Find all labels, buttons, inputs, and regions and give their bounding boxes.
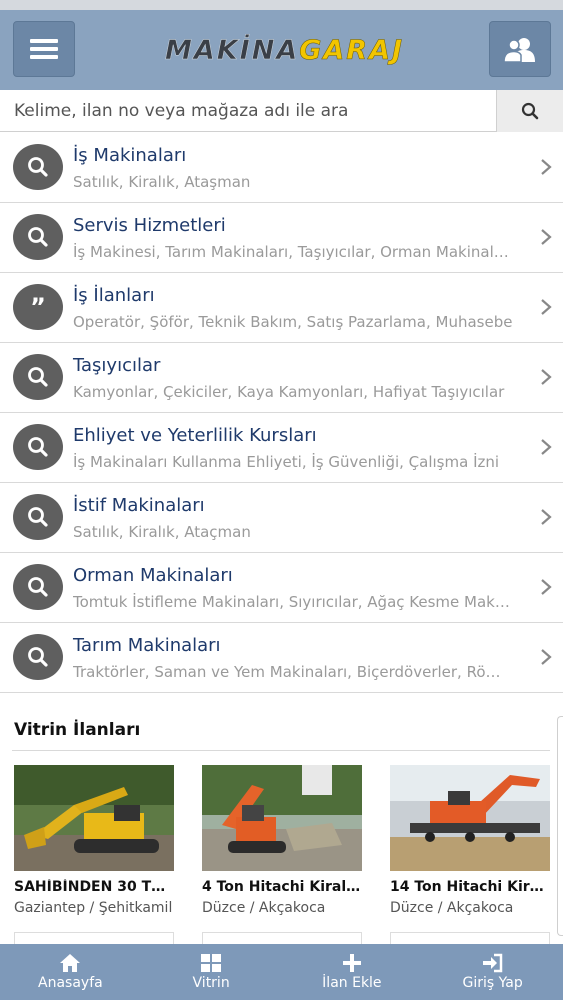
listing-photo-excavator[interactable] (390, 765, 550, 871)
app-header: MAKİNA GARAJ (0, 0, 563, 90)
category-subtitle: İş Makinesi, Tarım Makinaları, Taşıyıcıl… (73, 243, 513, 261)
logo-text-makina: MAKİNA (164, 34, 300, 66)
chevron-right-icon (541, 299, 552, 315)
listing-location: Düzce / Akçakoca (202, 900, 326, 916)
category-title: Ehliyet ve Yeterlilik Kursları (73, 425, 317, 446)
account-button[interactable] (489, 21, 551, 77)
category-subtitle: Satılık, Kiralık, Ataçman (73, 523, 251, 541)
listing-photo-excavator[interactable] (14, 765, 174, 871)
chevron-right-icon (541, 369, 552, 385)
listing-location: Düzce / Akçakoca (390, 900, 514, 916)
sign-in-icon (482, 953, 502, 973)
chevron-right-icon (541, 649, 552, 665)
category-item-servis-hizmetleri[interactable]: Servis Hizmetleri İş Makinesi, Tarım Mak… (0, 203, 563, 273)
chevron-right-icon (541, 229, 552, 245)
chevron-right-icon (541, 579, 552, 595)
users-icon (503, 38, 535, 62)
nav-login[interactable]: Giriş Yap (422, 944, 563, 1000)
category-title: İş İlanları (73, 285, 155, 306)
section-divider (12, 750, 550, 751)
category-subtitle: Traktörler, Saman ve Yem Makinaları, Biç… (73, 663, 513, 681)
category-title: Servis Hizmetleri (73, 215, 226, 236)
vitrin-card[interactable]: 4 Ton Hitachi Kiralık Ekskavatör Düzce /… (202, 765, 362, 916)
category-item-ehliyet-kurslari[interactable]: Ehliyet ve Yeterlilik Kursları İş Makina… (0, 413, 563, 483)
category-subtitle: Satılık, Kiralık, Ataşman (73, 173, 251, 191)
search-icon (13, 564, 63, 610)
category-title: Orman Makinaları (73, 565, 233, 586)
category-subtitle: Operatör, Şöför, Teknik Bakım, Satış Paz… (73, 313, 513, 331)
category-title: İstif Makinaları (73, 495, 205, 516)
grid-icon (201, 954, 222, 972)
listing-title: 4 Ton Hitachi Kiralık Ekskavatör (202, 879, 362, 895)
chevron-right-icon (541, 439, 552, 455)
plus-icon (342, 954, 361, 972)
nav-vitrin[interactable]: Vitrin (141, 944, 282, 1000)
nav-login-label: Giriş Yap (462, 975, 523, 991)
chevron-right-icon (541, 159, 552, 175)
nav-vitrin-label: Vitrin (192, 975, 230, 991)
category-title: Tarım Makinaları (73, 635, 221, 656)
search-icon (13, 494, 63, 540)
listing-title: SAHİBİNDEN 30 TON PALET (14, 879, 174, 895)
search-icon (13, 144, 63, 190)
nav-add-listing-label: İlan Ekle (322, 975, 382, 991)
search-bar (0, 90, 563, 132)
vitrin-card[interactable]: 14 Ton Hitachi Kiralık Ekskavatör Düzce … (390, 765, 550, 916)
listing-photo-excavator[interactable] (202, 765, 362, 871)
home-icon (60, 954, 81, 972)
search-button[interactable] (496, 90, 563, 132)
category-subtitle: Kamyonlar, Çekiciler, Kaya Kamyonları, H… (73, 383, 505, 401)
search-icon (13, 214, 63, 260)
app-logo[interactable]: MAKİNA GARAJ (122, 28, 447, 72)
search-input[interactable] (0, 90, 496, 131)
logo-text-garaj: GARAJ (299, 34, 405, 66)
category-item-tarim-makinalari[interactable]: Tarım Makinaları Traktörler, Saman ve Ye… (0, 623, 563, 693)
chevron-right-icon (541, 509, 552, 525)
category-title: İş Makinaları (73, 145, 187, 166)
category-subtitle: Tomtuk İstifleme Makinaları, Sıyırıcılar… (73, 593, 513, 611)
horizontal-scroll-hint[interactable] (557, 716, 563, 936)
bottom-navigation: Anasayfa Vitrin İlan Ekle Giriş Yap (0, 944, 563, 1000)
search-icon (521, 102, 539, 120)
vitrin-card[interactable]: SAHİBİNDEN 30 TON PALET Gaziantep / Şehi… (14, 765, 174, 916)
category-item-orman-makinalari[interactable]: Orman Makinaları Tomtuk İstifleme Makina… (0, 553, 563, 623)
search-icon (13, 424, 63, 470)
vitrin-carousel: SAHİBİNDEN 30 TON PALET Gaziantep / Şehi… (14, 765, 554, 925)
category-subtitle: İş Makinaları Kullanma Ehliyeti, İş Güve… (73, 453, 500, 471)
vitrin-section-title: Vitrin İlanları (14, 720, 141, 740)
category-item-is-ilanlari[interactable]: ” İş İlanları Operatör, Şöför, Teknik Ba… (0, 273, 563, 343)
hamburger-icon (30, 39, 58, 59)
nav-home-label: Anasayfa (38, 975, 103, 991)
search-icon (13, 354, 63, 400)
listing-location: Gaziantep / Şehitkamil (14, 900, 173, 916)
category-item-tasiyicilar[interactable]: Taşıyıcılar Kamyonlar, Çekiciler, Kaya K… (0, 343, 563, 413)
category-item-istif-makinalari[interactable]: İstif Makinaları Satılık, Kiralık, Ataçm… (0, 483, 563, 553)
category-title: Taşıyıcılar (73, 355, 161, 376)
category-item-is-makinalari[interactable]: İş Makinaları Satılık, Kiralık, Ataşman (0, 133, 563, 203)
nav-home[interactable]: Anasayfa (0, 944, 141, 1000)
search-icon (13, 634, 63, 680)
menu-button[interactable] (13, 21, 75, 77)
listing-title: 14 Ton Hitachi Kiralık Ekskavatör (390, 879, 550, 895)
nav-add-listing[interactable]: İlan Ekle (282, 944, 423, 1000)
quote-icon: ” (13, 284, 63, 330)
category-list: İş Makinaları Satılık, Kiralık, Ataşman … (0, 133, 563, 693)
